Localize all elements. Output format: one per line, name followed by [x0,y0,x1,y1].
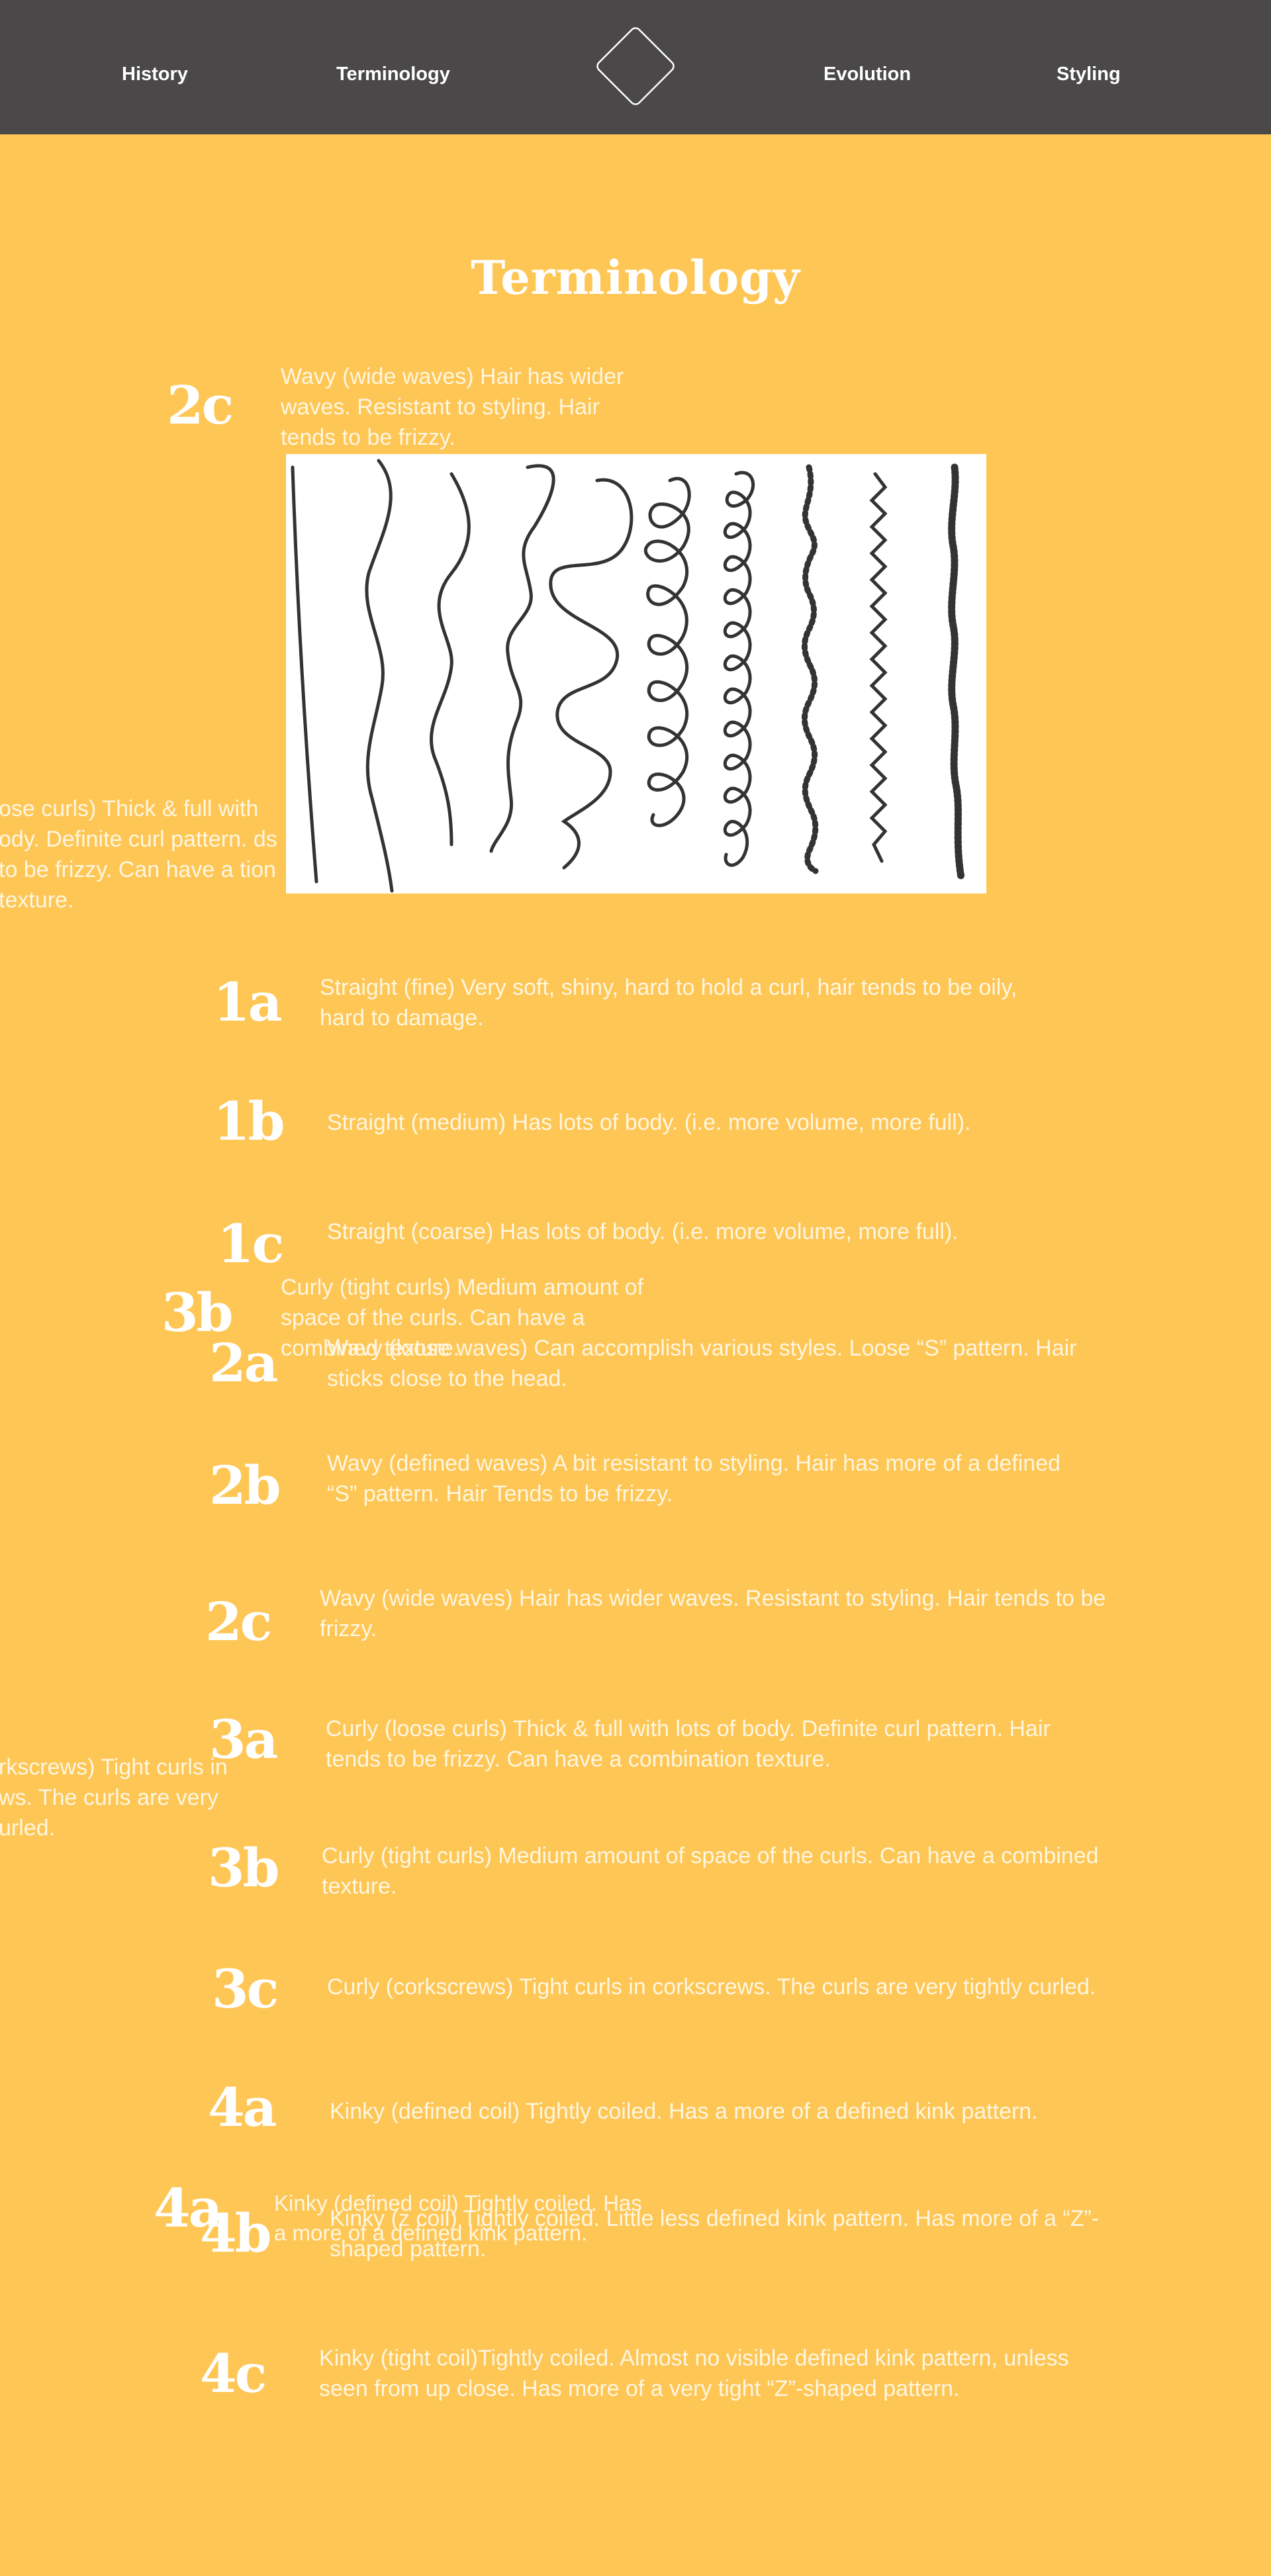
nav-link-evolution[interactable]: Evolution [824,64,911,85]
diamond-logo-icon[interactable] [587,18,684,115]
type-code-3c: 3c [212,1958,279,2020]
type-desc-1b: Straight (medium) Has lots of body. (i.e… [327,1110,971,1135]
type-desc-1a: Straight (fine) Very soft, shiny, hard t… [320,975,1017,1031]
type-code-4b: 4b [200,2202,272,2264]
type-code-1b: 1b [213,1090,285,1152]
type-code-3a: 3a [209,1708,278,1771]
type-code-2c: 2c [205,1590,272,1653]
type-code-1a: 1a [213,971,282,1033]
nav-link-styling[interactable]: Styling [1057,64,1121,85]
type-desc-3a: Curly (loose curls) Thick & full with lo… [326,1716,1051,1772]
type-desc-4a: Kinky (defined coil) Tightly coiled. Has… [330,2099,1038,2124]
type-code-4a: 4a [208,2076,277,2139]
type-desc-2a: Wavy (loose waves) Can accomplish variou… [327,1336,1077,1391]
page-title: Terminology [471,250,800,305]
type-desc-4c: Kinky (tight coil)Tightly coiled. Almost… [319,2346,1069,2401]
type-code-3b: 3b [208,1837,280,1899]
type-code-2a: 2a [209,1332,278,1394]
type-desc-3c: Curly (corkscrews) Tight curls in corksc… [327,1974,1096,2000]
nav-link-terminology[interactable]: Terminology [336,64,450,85]
type-desc-2b: Wavy (defined waves) A bit resistant to … [327,1451,1061,1506]
type-code-2b: 2b [209,1454,281,1516]
overlay-code-2c: 2c [167,374,234,436]
type-desc-2c: Wavy (wide waves) Hair has wider waves. … [320,1586,1106,1641]
top-navigation: History Terminology Evolution Styling [0,0,1271,134]
nav-link-history[interactable]: History [122,64,188,85]
overlay-desc-3a-clipped: ose curls) Thick & full with ody. Defini… [0,796,277,913]
type-desc-3b: Curly (tight curls) Medium amount of spa… [322,1843,1099,1899]
overlay-code-3b: 3b [162,1281,234,1344]
type-desc-4b: Kinky (z coil) Tightly coiled. Little le… [330,2206,1100,2262]
type-code-1c: 1c [217,1213,284,1275]
hair-type-curl-chart [286,454,986,894]
type-code-4c: 4c [200,2342,267,2405]
overlay-desc-2c: Wavy (wide waves) Hair has wider waves. … [281,364,624,450]
type-desc-1c: Straight (coarse) Has lots of body. (i.e… [327,1219,959,1244]
